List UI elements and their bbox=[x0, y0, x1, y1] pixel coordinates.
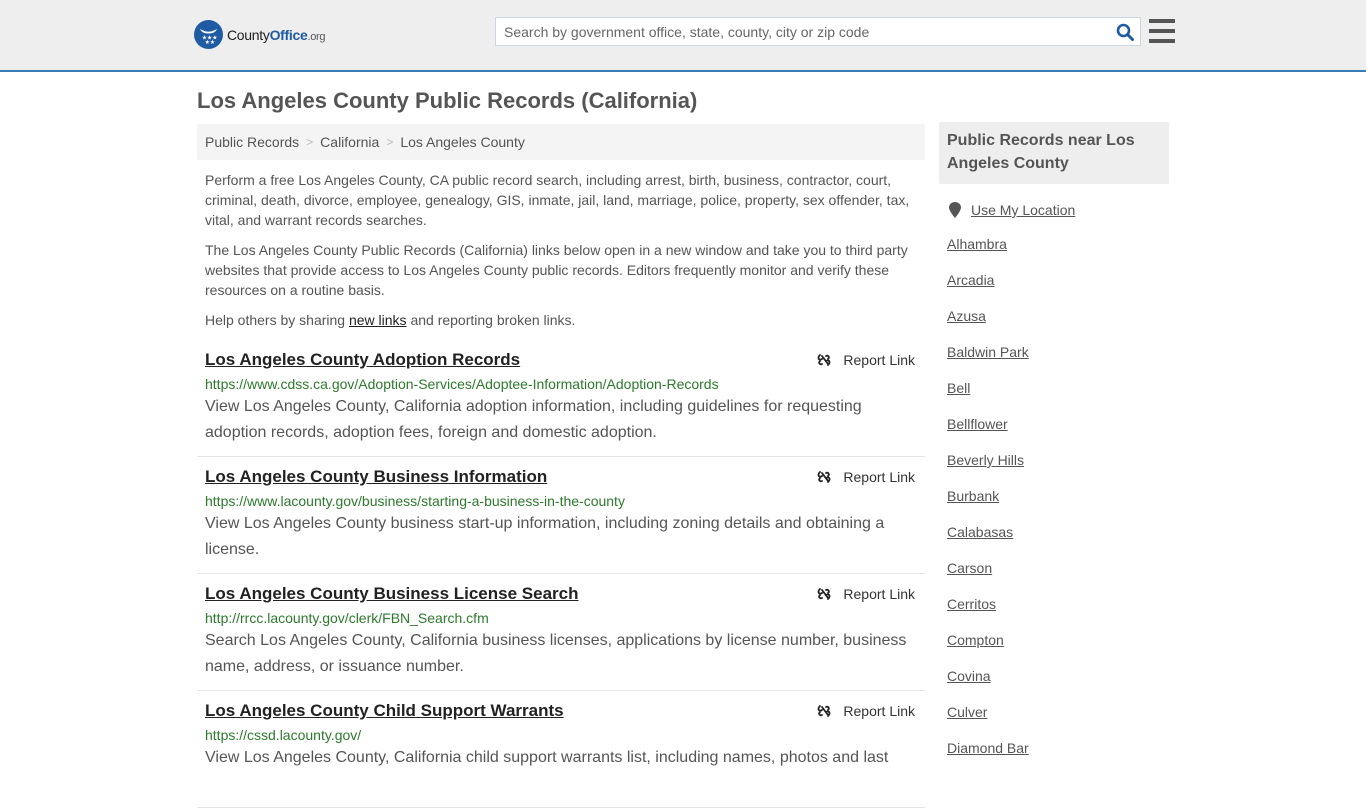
records-list: Los Angeles County Adoption Records Repo… bbox=[197, 340, 925, 808]
search-button[interactable] bbox=[1110, 18, 1140, 45]
intro-text: Perform a free Los Angeles County, CA pu… bbox=[205, 170, 920, 340]
record-title-link[interactable]: Los Angeles County Child Support Warrant… bbox=[205, 701, 564, 721]
city-link[interactable]: Burbank bbox=[947, 488, 1169, 524]
use-my-location-link[interactable]: Use My Location bbox=[971, 202, 1075, 218]
report-link-button[interactable]: Report Link bbox=[816, 352, 915, 368]
city-link[interactable]: Diamond Bar bbox=[947, 740, 1169, 776]
record-description: View Los Angeles County business start-u… bbox=[205, 515, 885, 558]
broken-link-icon bbox=[818, 705, 831, 717]
svg-text:★★: ★★ bbox=[205, 39, 215, 46]
city-link[interactable]: Azusa bbox=[947, 308, 1169, 344]
intro-paragraph: The Los Angeles County Public Records (C… bbox=[205, 242, 908, 298]
page-title: Los Angeles County Public Records (Calif… bbox=[197, 88, 698, 113]
nearby-cities-list: Alhambra Arcadia Azusa Baldwin Park Bell… bbox=[939, 236, 1169, 776]
sidebar-heading: Public Records near Los Angeles County bbox=[939, 122, 1169, 184]
report-link-button[interactable]: Report Link bbox=[816, 469, 915, 485]
record-title-link[interactable]: Los Angeles County Adoption Records bbox=[205, 350, 520, 370]
city-link[interactable]: Compton bbox=[947, 632, 1169, 668]
record-item: Los Angeles County Child Support Warrant… bbox=[197, 691, 925, 808]
record-url[interactable]: https://cssd.lacounty.gov/ bbox=[205, 726, 917, 744]
city-link[interactable]: Carson bbox=[947, 560, 1169, 596]
record-description: Search Los Angeles County, California bu… bbox=[205, 632, 907, 675]
broken-link-icon bbox=[818, 354, 831, 366]
record-description: View Los Angeles County, California adop… bbox=[205, 398, 862, 441]
use-location-row: Use My Location bbox=[939, 202, 1169, 218]
breadcrumb-los-angeles-county[interactable]: Los Angeles County bbox=[400, 134, 525, 150]
logo-text: CountyOffice.org bbox=[227, 26, 326, 43]
record-url[interactable]: http://rrcc.lacounty.gov/clerk/FBN_Searc… bbox=[205, 609, 917, 627]
breadcrumb-public-records[interactable]: Public Records bbox=[205, 134, 299, 150]
site-logo[interactable]: ★★★ ★★ CountyOffice.org bbox=[194, 20, 326, 49]
city-link[interactable]: Cerritos bbox=[947, 596, 1169, 632]
record-item: Los Angeles County Business License Sear… bbox=[197, 574, 925, 691]
city-link[interactable]: Alhambra bbox=[947, 236, 1169, 272]
record-url[interactable]: https://www.cdss.ca.gov/Adoption-Service… bbox=[205, 375, 917, 393]
site-header: ★★★ ★★ CountyOffice.org bbox=[0, 0, 1366, 72]
eagle-logo-icon: ★★★ ★★ bbox=[194, 20, 223, 49]
report-link-button[interactable]: Report Link bbox=[816, 586, 915, 602]
breadcrumb-separator: > bbox=[386, 135, 394, 149]
city-link[interactable]: Arcadia bbox=[947, 272, 1169, 308]
intro-paragraph: Perform a free Los Angeles County, CA pu… bbox=[205, 172, 910, 228]
city-link[interactable]: Bell bbox=[947, 380, 1169, 416]
hamburger-menu-icon[interactable] bbox=[1149, 19, 1175, 43]
city-link[interactable]: Baldwin Park bbox=[947, 344, 1169, 380]
breadcrumb-separator: > bbox=[306, 135, 314, 149]
search-icon bbox=[1116, 23, 1134, 41]
search-input[interactable] bbox=[496, 18, 1110, 45]
new-links-link[interactable]: new links bbox=[349, 312, 407, 328]
record-item: Los Angeles County Adoption Records Repo… bbox=[197, 340, 925, 457]
map-pin-icon bbox=[949, 202, 961, 218]
city-link[interactable]: Calabasas bbox=[947, 524, 1169, 560]
record-description: View Los Angeles County, California chil… bbox=[205, 749, 889, 766]
record-title-link[interactable]: Los Angeles County Business License Sear… bbox=[205, 584, 579, 604]
city-link[interactable]: Bellflower bbox=[947, 416, 1169, 452]
city-link[interactable]: Covina bbox=[947, 668, 1169, 704]
broken-link-icon bbox=[818, 588, 831, 600]
sidebar: Public Records near Los Angeles County U… bbox=[939, 122, 1169, 776]
record-item: Los Angeles County Business Information … bbox=[197, 457, 925, 574]
city-link[interactable]: Beverly Hills bbox=[947, 452, 1169, 488]
intro-paragraph: Help others by sharing new links and rep… bbox=[205, 312, 576, 328]
record-title-link[interactable]: Los Angeles County Business Information bbox=[205, 467, 547, 487]
city-link[interactable]: Culver bbox=[947, 704, 1169, 740]
breadcrumb-california[interactable]: California bbox=[320, 134, 379, 150]
report-link-button[interactable]: Report Link bbox=[816, 703, 915, 719]
broken-link-icon bbox=[818, 471, 831, 483]
search-bar bbox=[495, 17, 1141, 46]
breadcrumb: Public Records > California > Los Angele… bbox=[197, 124, 925, 160]
record-url[interactable]: https://www.lacounty.gov/business/starti… bbox=[205, 492, 917, 510]
